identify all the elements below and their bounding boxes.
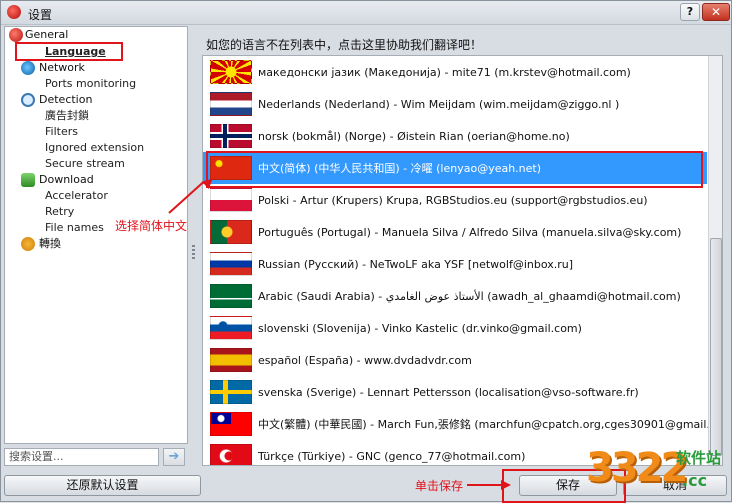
tree-item-label: File names <box>45 221 104 234</box>
netherlands-flag-icon <box>210 92 252 116</box>
slovenia-flag-icon <box>210 316 252 340</box>
tree-item-label: Download <box>39 173 94 186</box>
annotation-arrow-head <box>501 480 511 490</box>
tree-item-ignored-extension[interactable]: Ignored extension <box>45 140 144 156</box>
watermark-number: 3322 <box>586 445 688 491</box>
language-option-norway[interactable]: norsk (bokmål) (Norge) - Øistein Rian (o… <box>203 120 707 152</box>
language-option-spain[interactable]: español (España) - www.dvdadvdr.com <box>203 344 707 376</box>
close-button[interactable]: ✕ <box>702 3 730 21</box>
annotation-select-chinese: 选择简体中文 <box>115 219 188 233</box>
macedonia-flag-icon <box>210 60 252 84</box>
scrollbar-thumb[interactable] <box>710 238 722 456</box>
tree-item-label: Filters <box>45 125 78 138</box>
language-option-label: Polski - Artur (Krupers) Krupa, RGBStudi… <box>258 193 648 207</box>
tree-item-convert[interactable]: 轉換 <box>21 236 61 252</box>
chinese-highlight-box <box>206 151 703 188</box>
language-option-netherlands[interactable]: Nederlands (Nederland) - Wim Meijdam (wi… <box>203 88 707 120</box>
language-option-label: Russian (Русский) - NeTwoLF aka YSF [net… <box>258 257 574 271</box>
tree-item-retry[interactable]: Retry <box>45 204 74 220</box>
general-icon <box>9 28 23 42</box>
settings-window: 设置 ? ✕ General Language Network Ports mo… <box>0 0 732 503</box>
tree-item-filters[interactable]: Filters <box>45 124 78 140</box>
portugal-flag-icon <box>210 220 252 244</box>
sweden-flag-icon <box>210 380 252 404</box>
site-watermark: 3322 软件站 .cc <box>586 439 726 501</box>
tree-item-label: 廣告封鎖 <box>45 109 89 122</box>
download-icon <box>21 173 35 187</box>
tree-item-label: 轉換 <box>39 237 61 250</box>
search-button[interactable]: ➔ <box>163 448 185 466</box>
window-title: 设置 <box>28 8 53 22</box>
language-option-label: Português (Portugal) - Manuela Silva / A… <box>258 225 682 239</box>
tree-item-file-names[interactable]: File names <box>45 220 104 236</box>
watermark-subtitle: 软件站 <box>676 449 722 467</box>
tree-item-ports-monitoring[interactable]: Ports monitoring <box>45 76 136 92</box>
tree-item-label: Retry <box>45 205 75 218</box>
language-option-russia[interactable]: Russian (Русский) - NeTwoLF aka YSF [net… <box>203 248 707 280</box>
tree-item-download[interactable]: Download <box>21 172 94 188</box>
tree-item-label: Network <box>39 61 85 74</box>
detection-icon <box>21 93 35 107</box>
saudi-flag-icon <box>210 284 252 308</box>
language-option-portugal[interactable]: Português (Portugal) - Manuela Silva / A… <box>203 216 707 248</box>
taiwan-flag-icon <box>210 412 252 436</box>
convert-icon <box>21 237 35 251</box>
norway-flag-icon <box>210 124 252 148</box>
tree-item-label: Secure stream <box>45 157 125 170</box>
watermark-domain: .cc <box>682 471 708 490</box>
language-highlight-box <box>15 42 123 61</box>
tree-item-label: Detection <box>39 93 93 106</box>
tree-item-detection[interactable]: Detection <box>21 92 93 108</box>
network-icon <box>21 61 35 75</box>
search-input[interactable]: 搜索设置... <box>4 448 159 466</box>
tree-item-general[interactable]: General <box>9 27 69 43</box>
tree-item-label: General <box>25 28 69 41</box>
translate-help-link[interactable]: 如您的语言不在列表中，点击这里协助我们翻译吧！ <box>206 36 482 53</box>
help-button[interactable]: ? <box>680 3 700 21</box>
restore-defaults-button[interactable]: 还原默认设置 <box>4 475 201 496</box>
tree-item-label: Ports monitoring <box>45 77 137 90</box>
tree-item-accelerator[interactable]: Accelerator <box>45 188 108 204</box>
settings-tree: General Language Network Ports monitorin… <box>4 26 188 444</box>
language-option-macedonia[interactable]: македонски јазик (Македонија) - mite71 (… <box>203 56 707 88</box>
app-icon <box>7 5 21 19</box>
language-option-label: Türkçe (Türkiye) - GNC (genco_77@hotmail… <box>258 449 526 463</box>
language-option-label: Arabic (Saudi Arabia) - الأستاذ عوض الغا… <box>258 289 681 303</box>
splitter-handle[interactable] <box>192 245 195 259</box>
language-option-label: svenska (Sverige) - Lennart Pettersson (… <box>258 385 639 399</box>
turkey-flag-icon <box>210 444 252 465</box>
annotation-arrow-line <box>467 484 503 486</box>
language-option-slovenia[interactable]: slovenski (Slovenija) - Vinko Kastelic (… <box>203 312 707 344</box>
language-option-sweden[interactable]: svenska (Sverige) - Lennart Pettersson (… <box>203 376 707 408</box>
poland-flag-icon <box>210 188 252 212</box>
tree-item-network[interactable]: Network <box>21 60 85 76</box>
spain-flag-icon <box>210 348 252 372</box>
language-option-label: македонски јазик (Македонија) - mite71 (… <box>258 65 631 79</box>
language-option-poland[interactable]: Polski - Artur (Krupers) Krupa, RGBStudi… <box>203 184 707 216</box>
annotation-click-save: 单击保存 <box>415 479 464 493</box>
language-list: македонски јазик (Македонија) - mite71 (… <box>202 55 723 466</box>
language-option-taiwan[interactable]: 中文(繁體) (中華民國) - March Fun,張修銘 (marchfun@… <box>203 408 722 440</box>
russia-flag-icon <box>210 252 252 276</box>
language-option-label: Nederlands (Nederland) - Wim Meijdam (wi… <box>258 97 620 111</box>
tree-item-label: Accelerator <box>45 189 108 202</box>
language-option-label: norsk (bokmål) (Norge) - Øistein Rian (o… <box>258 129 570 143</box>
language-option-label: español (España) - www.dvdadvdr.com <box>258 353 472 367</box>
tree-item-ad-block[interactable]: 廣告封鎖 <box>45 108 89 124</box>
language-option-label: 中文(繁體) (中華民國) - March Fun,張修銘 (marchfun@… <box>258 418 723 431</box>
language-option-saudi[interactable]: Arabic (Saudi Arabia) - الأستاذ عوض الغا… <box>203 280 707 312</box>
vertical-scrollbar[interactable] <box>708 56 722 465</box>
language-option-label: slovenski (Slovenija) - Vinko Kastelic (… <box>258 321 582 335</box>
tree-item-label: Ignored extension <box>45 141 145 154</box>
tree-item-secure-stream[interactable]: Secure stream <box>45 156 125 172</box>
title-bar: 设置 ? ✕ <box>1 1 731 25</box>
arrow-right-icon: ➔ <box>168 449 180 464</box>
